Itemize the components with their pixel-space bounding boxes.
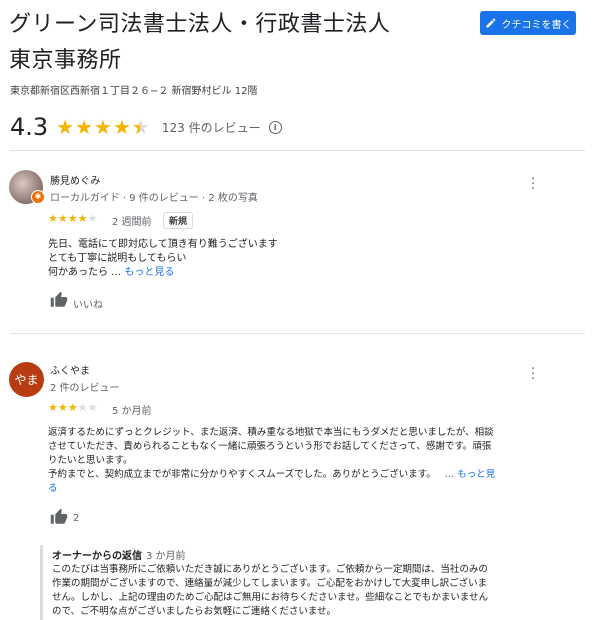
owner-reply-title: オーナーからの返信 — [52, 551, 142, 562]
review-line: させていただき、責められることもなく一緒に頑張ろうという形でお話してくださって、… — [48, 441, 492, 452]
local-guide-badge-icon: ✱ — [31, 190, 45, 204]
owner-reply-text: このたびは当事務所にご依頼いただき誠にありがとうございます。ご依頼から一定期間は… — [52, 563, 582, 619]
like-count: 2 — [73, 513, 80, 524]
business-name-line2: 東京事務所 — [9, 48, 122, 73]
star-icon: ★ — [87, 212, 98, 225]
business-name-line1: グリーン司法書士法人・行政書士法人 — [9, 12, 391, 37]
owner-reply-line: ので、ご不明な点がございましたらお気軽にご連絡くださいませ。 — [52, 606, 337, 617]
star-icon: ★ — [77, 401, 88, 414]
owner-reply-line: このたびは当事務所にご依頼いただき誠にありがとうございます。ご依頼から一定期間は… — [52, 564, 488, 575]
rating-value: 4.3 — [10, 113, 49, 141]
owner-reply-bar — [40, 545, 43, 620]
rating-stars: ★ ★ ★ ★ ★ — [56, 117, 150, 137]
write-review-label: クチコミを書く — [501, 19, 572, 31]
star-icon: ★ — [75, 115, 94, 139]
write-review-button[interactable]: クチコミを書く — [480, 11, 576, 35]
new-tag: 新規 — [163, 212, 194, 229]
reviewer-meta: 2 件のレビュー — [50, 383, 120, 394]
star-icon: ★ — [77, 212, 88, 225]
review-stars: ★ ★ ★ ★ ★ — [48, 402, 97, 413]
more-link[interactable]: もっと見る — [124, 267, 174, 278]
reviewer-avatar[interactable]: やま — [9, 362, 44, 397]
divider — [10, 333, 585, 334]
star-icon: ★ — [67, 212, 78, 225]
review-time: 5 か月前 — [112, 406, 152, 417]
star-icon: ★ — [112, 115, 131, 139]
reviewer-name[interactable]: 勝見めぐみ — [50, 172, 100, 187]
review-text: 先日、電話にて即対応して頂き有り難うございます とても丁寧に説明もしてもらい 何… — [48, 238, 278, 280]
star-icon: ★ — [57, 401, 68, 414]
review-text: 返済するためにずっとクレジット、また返済、積み重なる地獄で本当にもうダメだと思い… — [48, 426, 568, 496]
star-icon: ★ — [67, 401, 78, 414]
more-options-icon[interactable]: · · · — [531, 363, 535, 386]
owner-reply-time: 3 か月前 — [146, 551, 186, 562]
more-link-continued[interactable]: る — [48, 482, 568, 496]
owner-reply-header: オーナーからの返信 3 か月前 — [52, 547, 186, 562]
thumbs-up-icon[interactable] — [50, 291, 68, 309]
review-line: 何かあったら … — [48, 267, 122, 278]
star-icon: ★ — [56, 115, 75, 139]
star-icon: ★ — [94, 115, 112, 139]
divider — [10, 150, 585, 151]
info-icon[interactable]: i — [268, 120, 282, 134]
reviewer-meta: ローカルガイド · 9 件のレビュー · 2 枚の写真 — [50, 193, 258, 204]
review-line: りたいと思います。 — [48, 455, 133, 466]
address: 東京都新宿区西新宿１丁目２６−２ 新宿野村ビル 12階 — [10, 86, 258, 97]
more-options-icon[interactable]: · · · — [531, 173, 535, 196]
review-time: 2 週間前 — [112, 217, 152, 228]
star-icon: ★ — [57, 212, 68, 225]
review-line: 先日、電話にて即対応して頂き有り難うございます — [48, 239, 278, 250]
half-star-icon: ★ — [131, 115, 150, 139]
rating-summary: 4.3 ★ ★ ★ ★ ★ 123 件のレビュー i — [10, 113, 282, 141]
star-icon: ★ — [48, 401, 58, 414]
owner-reply-line: せん。しかし、上記の理由のためご心配はご無用にお待ちくださいませ。些細なことでも… — [52, 592, 489, 603]
star-icon: ★ — [87, 401, 98, 414]
like-label[interactable]: いいね — [73, 296, 103, 311]
review-line: 返済するためにずっとクレジット、また返済、積み重なる地獄で本当にもうダメだと思い… — [48, 427, 494, 438]
pencil-icon — [486, 18, 496, 28]
review-trail: … — [444, 469, 455, 480]
review-count[interactable]: 123 件のレビュー — [162, 119, 261, 136]
owner-reply-line: 作業の期間がございますので、連絡量が減少してしまいます。ご心配をおかけして大変申… — [52, 578, 488, 589]
review-line: とても丁寧に説明もしてもらい — [48, 253, 187, 264]
thumbs-up-icon[interactable] — [50, 508, 68, 526]
reviewer-name[interactable]: ふくやま — [50, 362, 90, 377]
star-icon: ★ — [48, 212, 58, 225]
review-stars: ★ ★ ★ ★ ★ — [48, 213, 97, 224]
review-line: 予約までと、契約成立までが非常に分かりやすくスムーズでした。ありがとうございます… — [48, 469, 436, 480]
more-link[interactable]: もっと見 — [457, 469, 495, 480]
